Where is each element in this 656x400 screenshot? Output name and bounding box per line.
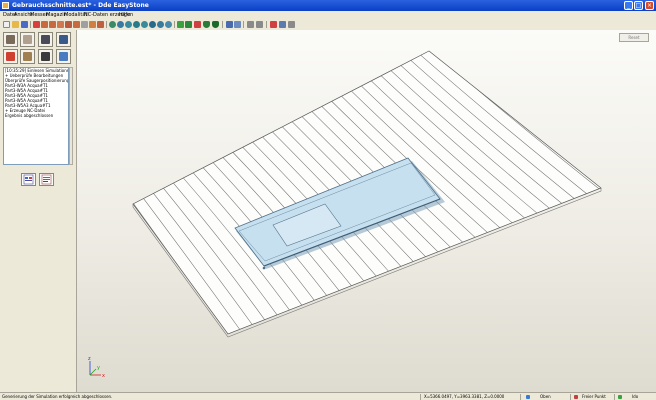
point-mode-icon [574, 395, 578, 399]
view-left-icon[interactable] [125, 21, 132, 28]
suction-cup-icon [41, 52, 50, 61]
toolbar-separator [222, 21, 223, 28]
open-folder-icon[interactable] [12, 21, 19, 28]
shield-check-icon[interactable] [212, 21, 219, 28]
view-back-icon[interactable] [141, 21, 148, 28]
nc-export-button[interactable] [21, 173, 36, 186]
status-divider [520, 394, 521, 400]
section-icon[interactable] [194, 21, 201, 28]
gear-icon [59, 35, 68, 44]
simulation-button[interactable] [3, 49, 18, 64]
x-axis-label: x [102, 373, 105, 379]
tool-icon[interactable] [234, 21, 241, 28]
minimize-button[interactable]: _ [624, 1, 633, 10]
machine-icon [41, 35, 50, 44]
toolbar-separator [266, 21, 267, 28]
app-icon[interactable] [2, 2, 9, 9]
cnc-machine-button[interactable] [38, 32, 53, 47]
zoom-in-icon[interactable] [41, 21, 48, 28]
rotate-icon[interactable] [81, 21, 88, 28]
y-axis-line [89, 368, 97, 376]
nc-export-icon [23, 174, 34, 185]
view-bottom-icon[interactable] [149, 21, 156, 28]
help-icon[interactable] [288, 21, 295, 28]
status-point-mode: Freier Punkt [582, 394, 606, 399]
tool-icon [59, 52, 68, 61]
title-bar: Gebrauchsschnitte.est* - Dde EasyStone _… [0, 0, 656, 11]
redraw-icon[interactable] [97, 21, 104, 28]
toolbar-separator [30, 21, 31, 28]
zoom-all-icon[interactable] [65, 21, 72, 28]
status-last: Ido [632, 394, 639, 399]
shield-icon[interactable] [203, 21, 210, 28]
view-indicator-icon [526, 395, 530, 399]
machine-icon[interactable] [226, 21, 233, 28]
slab-scene[interactable]: x y z [77, 30, 656, 392]
workpiece-icon [23, 52, 32, 61]
shaded-icon[interactable] [185, 21, 192, 28]
axis-triad: x y z [88, 356, 105, 379]
settings-button[interactable] [56, 32, 71, 47]
wireframe-icon[interactable] [177, 21, 184, 28]
status-divider [614, 394, 615, 400]
simulation-icon [6, 52, 15, 61]
status-divider [570, 394, 571, 400]
pan-icon[interactable] [73, 21, 80, 28]
view-front-icon[interactable] [117, 21, 124, 28]
left-panel: [10:35:29] Einlesen Simulationsdaten + U… [0, 30, 77, 392]
status-bar: Generierung der Simulation erfolgreich a… [0, 392, 656, 400]
saw-icon [23, 35, 32, 44]
status-view: Oben [540, 394, 551, 399]
measure-icon[interactable] [33, 21, 40, 28]
stone-slab-button[interactable] [3, 32, 18, 47]
suction-button[interactable] [38, 49, 53, 64]
status-ok-icon [618, 395, 622, 399]
toolbar-separator [174, 21, 175, 28]
nc-report-icon [41, 174, 52, 185]
view-top-icon[interactable] [109, 21, 116, 28]
status-coordinates: X=5366.0497, Y=3963.3381, Z=0.0000 [424, 394, 505, 399]
new-file-icon[interactable] [3, 21, 10, 28]
nc-report-button[interactable] [39, 173, 54, 186]
window-title: Gebrauchsschnitte.est* - Dde EasyStone [12, 2, 149, 9]
settings-icon[interactable] [279, 21, 286, 28]
slab-icon [6, 35, 15, 44]
view-iso2-icon[interactable] [165, 21, 172, 28]
workpiece-button[interactable] [20, 49, 35, 64]
reference-point [262, 266, 266, 270]
stop-icon[interactable] [270, 21, 277, 28]
status-divider [420, 394, 421, 400]
undo-icon[interactable] [247, 21, 254, 28]
redo-icon[interactable] [256, 21, 263, 28]
view-right-icon[interactable] [133, 21, 140, 28]
saw-button[interactable] [20, 32, 35, 47]
3d-viewport[interactable]: Reset x y z [77, 30, 656, 392]
zoom-window-icon[interactable] [57, 21, 64, 28]
tool-button[interactable] [56, 49, 71, 64]
toolbar-separator [243, 21, 244, 28]
y-axis-label: y [97, 365, 100, 371]
save-icon[interactable] [21, 21, 28, 28]
z-axis-label: z [88, 356, 91, 362]
status-message: Generierung der Simulation erfolgreich a… [2, 394, 113, 399]
log-line: Ergebnis abgeschlossen [5, 113, 54, 118]
view-iso-icon[interactable] [157, 21, 164, 28]
close-button[interactable]: × [645, 1, 654, 10]
maximize-button[interactable]: □ [634, 1, 643, 10]
menu-bar: Datei Ansicht Messen Magazin Modalität N… [0, 11, 656, 19]
log-scrollbar[interactable] [69, 67, 73, 165]
menu-hilfe[interactable]: Hilfe [119, 12, 130, 18]
toolbar-separator [106, 21, 107, 28]
simulation-log[interactable]: [10:35:29] Einlesen Simulationsdaten + U… [3, 67, 69, 165]
light-icon[interactable] [89, 21, 96, 28]
zoom-out-icon[interactable] [49, 21, 56, 28]
